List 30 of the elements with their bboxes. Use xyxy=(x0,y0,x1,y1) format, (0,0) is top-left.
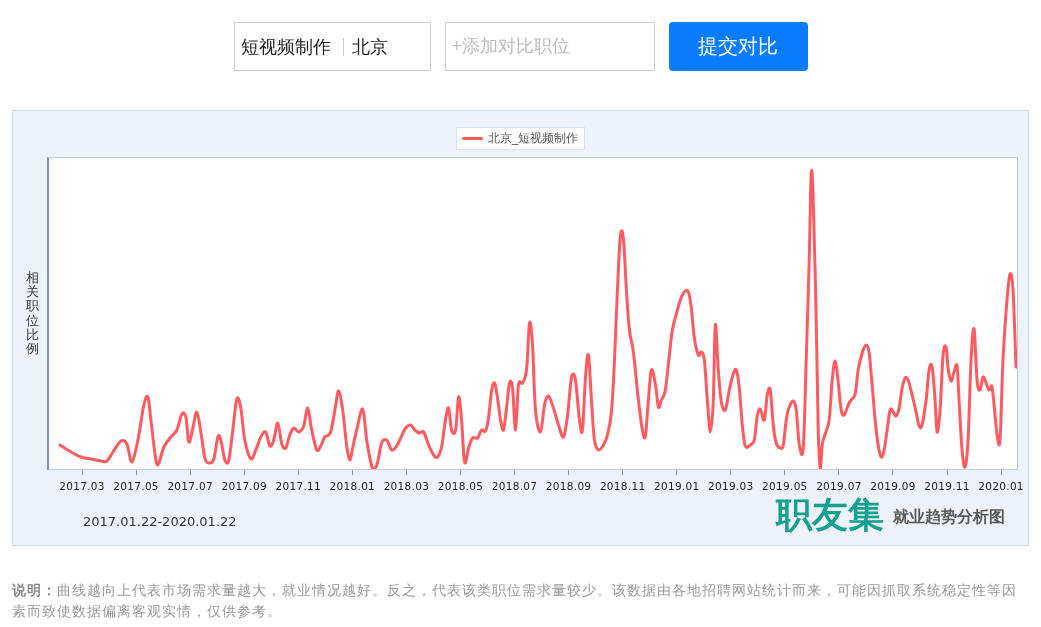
x-axis-tick-label: 2017.11 xyxy=(275,479,322,493)
y-axis-label: 相关职位比例 xyxy=(26,270,39,357)
x-axis-tick-label: 2018.09 xyxy=(545,479,592,493)
x-axis-tick-label: 2019.05 xyxy=(762,479,808,493)
x-axis-tick-label: 2019.01 xyxy=(653,479,700,493)
city-selector[interactable]: 北京 xyxy=(351,34,388,59)
x-axis-tick-label: 2017.09 xyxy=(221,479,267,493)
brand-logo: 职友集 xyxy=(776,496,884,534)
legend-label: 北京_短视频制作 xyxy=(487,130,579,147)
x-axis-tick-label: 2018.05 xyxy=(437,479,484,493)
job-input[interactable]: 短视频制作 xyxy=(240,36,337,57)
legend-line-icon xyxy=(461,137,483,140)
logo-caption: 就业趋势分析图 xyxy=(893,507,1005,527)
date-range-text: 2017.01.22-2020.01.22 xyxy=(83,514,237,529)
x-axis-tick-label: 2017.05 xyxy=(113,479,159,493)
x-axis-tick-label: 2019.09 xyxy=(870,479,916,493)
x-axis-tick-label: 2018.03 xyxy=(383,479,430,493)
x-axis-tick-label: 2018.11 xyxy=(599,479,646,493)
x-axis-tick-label: 2018.07 xyxy=(491,479,538,493)
x-axis-tick-label: 2017.07 xyxy=(167,479,213,493)
x-axis-tick-label: 2017.03 xyxy=(59,479,105,493)
submit-button[interactable]: 提交对比 xyxy=(668,22,808,71)
search-box[interactable]: 短视频制作 北京 xyxy=(233,22,431,71)
x-axis-tick-label: 2019.07 xyxy=(816,479,862,493)
compare-job-input[interactable]: +添加对比职位 xyxy=(444,22,655,71)
x-axis-tick-label: 2020.01 xyxy=(978,479,1024,493)
x-axis-tick-label: 2019.11 xyxy=(924,479,970,493)
explanation-note: 说明：曲线越向上代表市场需求量越大，就业情况越好。反之，代表该类职位需求量较少。该数据由各地招聘网站统计而来，可能因抓取系统稳定性等因素而致使数据偏离客观实情，仅供参考。 xyxy=(12,581,1018,621)
x-axis-tick-label: 2018.01 xyxy=(329,479,376,493)
x-axis-tick-label: 2019.03 xyxy=(708,479,754,493)
